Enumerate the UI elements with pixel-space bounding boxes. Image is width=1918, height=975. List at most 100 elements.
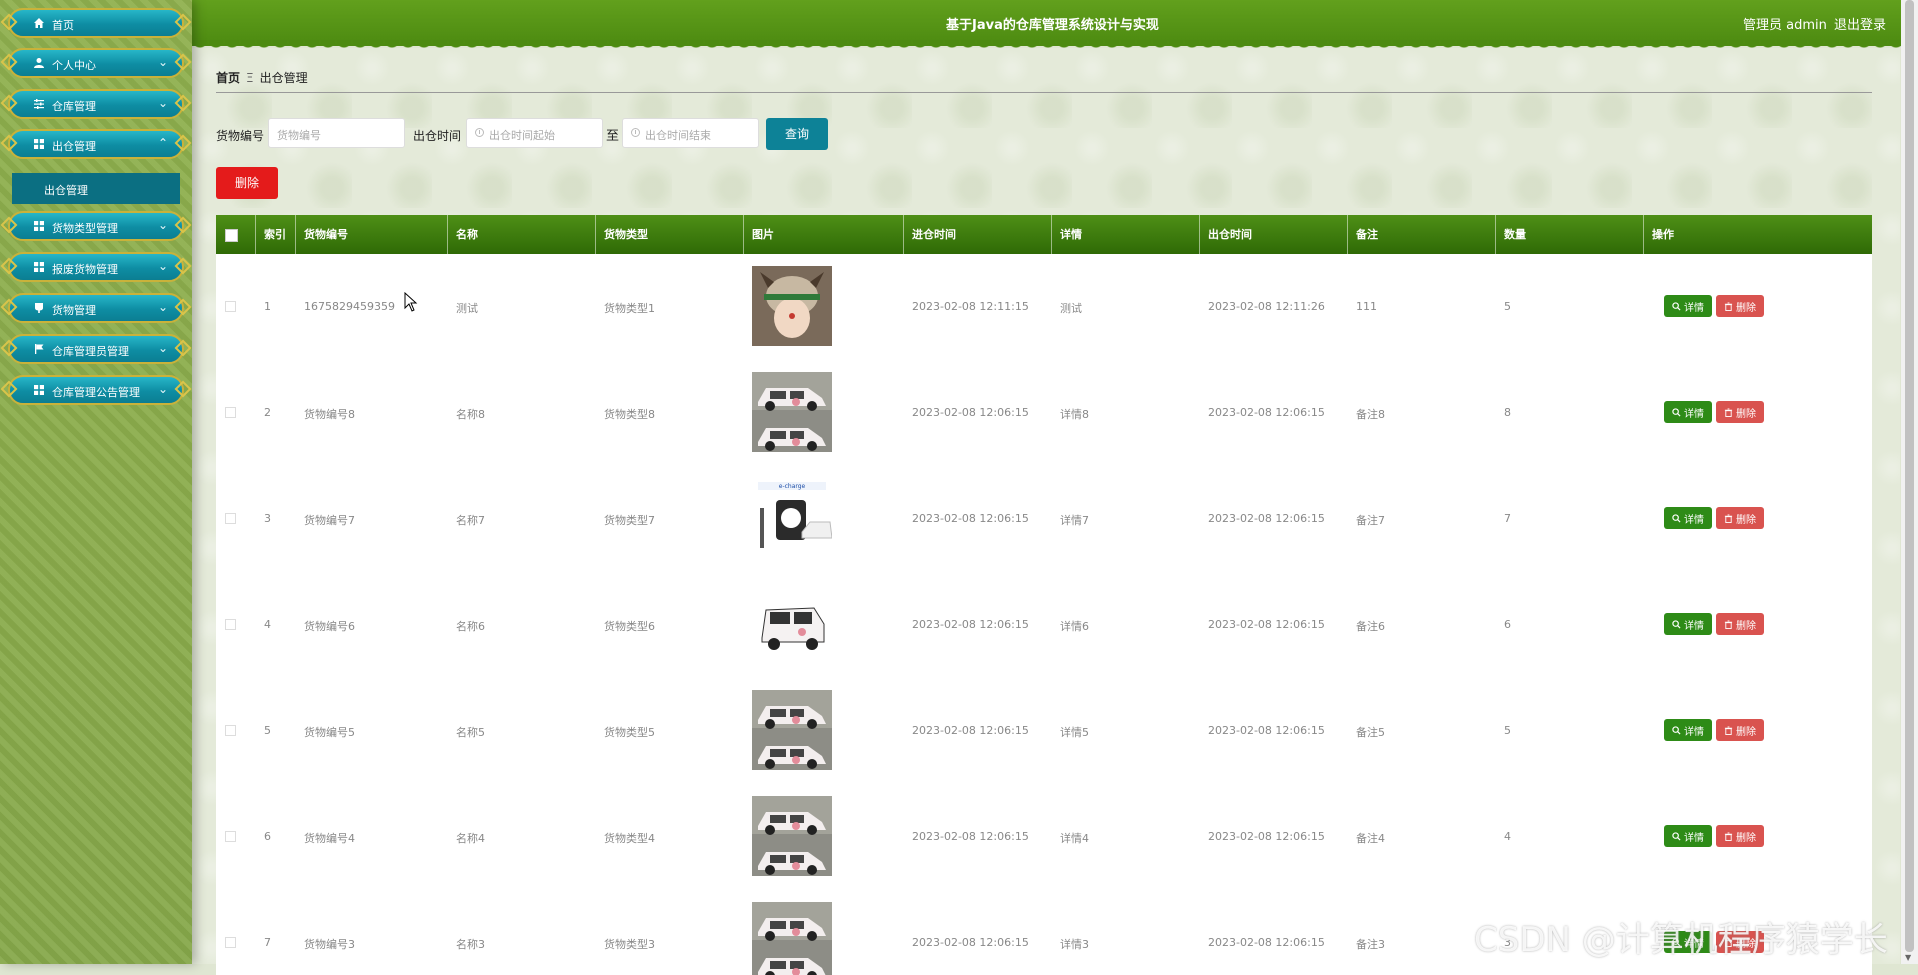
select-all-checkbox[interactable] [225, 229, 238, 242]
row-checkbox[interactable] [225, 725, 236, 736]
cell-in-time: 2023-02-08 12:11:15 [912, 300, 1029, 313]
row-checkbox[interactable] [225, 301, 236, 312]
end-time-placeholder: 出仓时间结束 [645, 129, 711, 142]
row-checkbox[interactable] [225, 937, 236, 948]
detail-button[interactable]: 详情 [1664, 295, 1712, 317]
product-thumbnail[interactable] [752, 796, 832, 876]
product-thumbnail[interactable] [752, 584, 832, 664]
sidebar-item-label: 仓库管理员管理 [52, 345, 129, 358]
cell-type: 货物类型1 [604, 302, 655, 315]
cell-name: 名称7 [456, 514, 485, 527]
chevron-down-icon: ⌄ [157, 259, 168, 273]
submenu-item-outbound[interactable]: 出仓管理 [12, 173, 180, 204]
cell-index: 7 [264, 936, 271, 949]
cell-name: 测试 [456, 302, 478, 315]
breadcrumb-separator: Ξ [246, 71, 254, 85]
delete-button[interactable]: 删除 [1716, 613, 1764, 635]
delete-button[interactable]: 删除 [1716, 825, 1764, 847]
search-icon [1672, 619, 1681, 629]
detail-button[interactable]: 详情 [1664, 719, 1712, 741]
cell-code: 货物编号4 [304, 832, 355, 845]
product-thumbnail[interactable]: e-charge [752, 478, 832, 558]
cell-out-time: 2023-02-08 12:11:26 [1208, 300, 1325, 313]
query-button[interactable]: 查询 [766, 118, 828, 150]
delete-button-label: 删除 [1736, 302, 1756, 314]
sidebar-item-home[interactable]: 首页 [8, 8, 184, 38]
sidebar-item-notices[interactable]: 仓库管理公告管理 ⌄ [8, 375, 184, 405]
code-placeholder: 货物编号 [277, 129, 321, 142]
grid-icon [32, 219, 46, 233]
sidebar-item-scrapped[interactable]: 报废货物管理 ⌄ [8, 252, 184, 282]
delete-button[interactable]: 删除 [1716, 401, 1764, 423]
search-icon [1672, 831, 1681, 841]
delete-button[interactable]: 删除 [1716, 719, 1764, 741]
cell-detail: 详情8 [1060, 408, 1089, 421]
search-icon [1672, 513, 1681, 523]
cell-type: 货物类型4 [604, 832, 655, 845]
row-checkbox[interactable] [225, 619, 236, 630]
row-checkbox[interactable] [225, 831, 236, 842]
submenu-item-label: 出仓管理 [44, 184, 88, 197]
product-thumbnail[interactable] [752, 690, 832, 770]
cell-code: 1675829459359 [304, 300, 395, 313]
app-title: 基于Java的仓库管理系统设计与实现 [946, 18, 1159, 33]
user-icon [32, 56, 46, 70]
header-wave-decoration [192, 40, 1918, 48]
sidebar: 首页 个人中心 ⌄ 仓库管理 ⌄ 出仓管理 ⌃ 出仓管理 货物类型管理 ⌄ 报废… [0, 0, 192, 964]
detail-button[interactable]: 详情 [1664, 825, 1712, 847]
cell-out-time: 2023-02-08 12:06:15 [1208, 406, 1325, 419]
sidebar-item-label: 报废货物管理 [52, 263, 118, 276]
sidebar-item-outbound[interactable]: 出仓管理 ⌃ [8, 129, 184, 159]
cell-out-time: 2023-02-08 12:06:15 [1208, 830, 1325, 843]
logout-link[interactable]: 退出登录 [1834, 14, 1886, 33]
sidebar-item-admins[interactable]: 仓库管理员管理 ⌄ [8, 334, 184, 364]
cell-code: 货物编号7 [304, 514, 355, 527]
cup-icon [32, 301, 46, 315]
sidebar-item-label: 货物类型管理 [52, 222, 118, 235]
delete-button-label: 删除 [1736, 726, 1756, 738]
delete-button[interactable]: 删除 [1716, 507, 1764, 529]
flag-icon [32, 342, 46, 356]
product-thumbnail[interactable] [752, 266, 832, 346]
cell-detail: 详情4 [1060, 832, 1089, 845]
scroll-down-arrow-icon[interactable]: ▼ [1905, 953, 1911, 962]
table-header: 索引 货物编号 名称 货物类型 图片 进仓时间 详情 出仓时间 备注 数量 操作 [216, 215, 1872, 254]
cell-index: 2 [264, 406, 271, 419]
trash-icon [1724, 407, 1733, 417]
detail-button[interactable]: 详情 [1664, 507, 1712, 529]
code-filter-label: 货物编号 [216, 129, 265, 143]
row-checkbox[interactable] [225, 513, 236, 524]
grid-icon [32, 260, 46, 274]
sidebar-item-goods-type[interactable]: 货物类型管理 ⌄ [8, 211, 184, 241]
cell-out-time: 2023-02-08 12:06:15 [1208, 724, 1325, 737]
breadcrumb-home[interactable]: 首页 [216, 71, 240, 85]
column-header: 名称 [448, 215, 596, 254]
scrollbar[interactable]: ▼ [1901, 0, 1918, 964]
scrollbar-thumb[interactable] [1905, 0, 1914, 952]
chevron-up-icon: ⌃ [157, 136, 168, 150]
code-search-input[interactable]: 货物编号 [268, 118, 405, 148]
delete-button-label: 删除 [1736, 832, 1756, 844]
product-thumbnail[interactable] [752, 372, 832, 452]
cell-detail: 详情3 [1060, 938, 1089, 951]
clock-icon [631, 128, 640, 137]
cell-detail: 详情5 [1060, 726, 1089, 739]
divider [216, 92, 1872, 93]
start-time-input[interactable]: 出仓时间起始 [466, 118, 603, 148]
end-time-input[interactable]: 出仓时间结束 [622, 118, 759, 148]
batch-delete-button[interactable]: 删除 [216, 167, 278, 199]
cell-name: 名称3 [456, 938, 485, 951]
cell-in-time: 2023-02-08 12:06:15 [912, 406, 1029, 419]
product-thumbnail[interactable] [752, 902, 832, 975]
cell-note: 备注3 [1356, 938, 1385, 951]
sidebar-item-profile[interactable]: 个人中心 ⌄ [8, 48, 184, 78]
chevron-down-icon: ⌄ [157, 300, 168, 314]
sidebar-item-warehouse[interactable]: 仓库管理 ⌄ [8, 89, 184, 119]
time-filter-label: 出仓时间 [413, 129, 462, 143]
row-checkbox[interactable] [225, 407, 236, 418]
detail-button[interactable]: 详情 [1664, 401, 1712, 423]
trash-icon [1724, 725, 1733, 735]
sidebar-item-goods[interactable]: 货物管理 ⌄ [8, 293, 184, 323]
delete-button[interactable]: 删除 [1716, 295, 1764, 317]
detail-button[interactable]: 详情 [1664, 613, 1712, 635]
